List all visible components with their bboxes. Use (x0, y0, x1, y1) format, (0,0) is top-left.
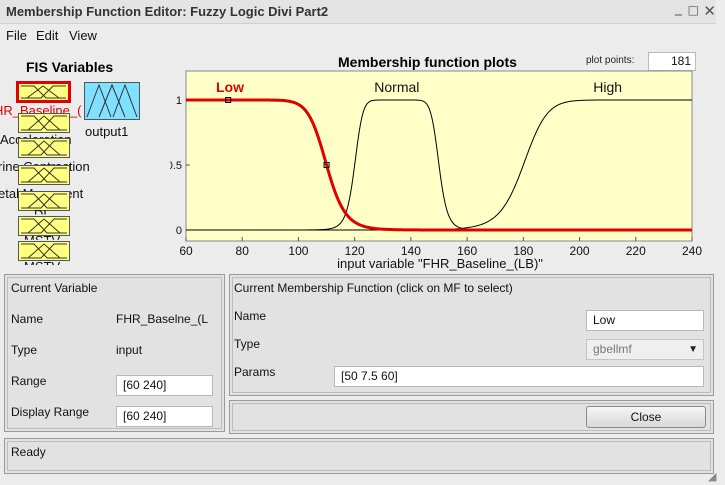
menu-edit[interactable]: Edit (36, 28, 58, 43)
input-variable-label-mstv-2[interactable]: MSTV (24, 259, 60, 265)
fis-variables-title: FIS Variables (26, 59, 114, 75)
window-title: Membership Function Editor: Fuzzy Logic … (6, 4, 329, 19)
input-variable-box-fhr-baseline[interactable] (16, 81, 71, 103)
mf-label-low[interactable]: Low (216, 79, 244, 95)
x-tick-label: 200 (570, 244, 590, 258)
mf-label-normal[interactable]: Normal (374, 79, 419, 95)
resize-grip-icon[interactable]: ◢ (708, 470, 716, 483)
chevron-down-icon: ▼ (688, 344, 698, 355)
close-icon[interactable]: ✕ (703, 2, 716, 20)
x-tick-label: 220 (626, 244, 646, 258)
y-tick-label: 0 (176, 225, 182, 237)
mf-label-high[interactable]: High (593, 79, 622, 95)
y-tick-label: 0.5 (170, 160, 182, 172)
maximize-icon[interactable]: □ (688, 3, 699, 17)
mf-thumbnail-icon (21, 218, 67, 234)
variable-name-value: FHR_Baselne_(L (116, 312, 209, 326)
input-variable-box-acceleration[interactable] (18, 113, 70, 133)
mf-thumbnail-icon (21, 167, 67, 183)
title-bar: Membership Function Editor: Fuzzy Logic … (0, 0, 725, 24)
menu-bar: File Edit View (0, 24, 725, 46)
range-label: Range (11, 374, 47, 388)
mf-params-input[interactable]: [50 7.5 60] (334, 366, 704, 387)
x-axis-label: input variable "FHR_Baseline_(LB)" (337, 256, 543, 271)
input-variable-box-mstv-2[interactable] (18, 241, 70, 261)
display-range-label: Display Range (11, 405, 90, 419)
mf-thumbnail-icon (21, 140, 67, 156)
mf-name-label: Name (234, 309, 267, 323)
x-tick-label: 60 (179, 244, 193, 258)
mf-thumbnail-icon (21, 85, 66, 99)
variable-name-label: Name (11, 312, 44, 326)
variable-type-label: Type (11, 343, 38, 357)
x-tick-label: 80 (236, 244, 250, 258)
status-text: Ready (11, 445, 46, 459)
mf-type-label: Type (234, 337, 261, 351)
close-button[interactable]: Close (586, 406, 706, 428)
output-variable-box[interactable] (84, 82, 140, 120)
mf-params-label: Params (234, 365, 276, 379)
window-border (716, 0, 725, 485)
mf-type-dropdown[interactable]: gbellmf ▼ (586, 339, 704, 360)
y-tick-label: 1 (176, 95, 182, 107)
mf-thumbnail-icon (21, 243, 67, 259)
minimize-icon[interactable]: _ (675, 0, 682, 16)
current-mf-title: Current Membership Function (click on MF… (234, 281, 513, 295)
output-variable-label[interactable]: output1 (85, 124, 128, 139)
display-range-input[interactable]: [60 240] (116, 406, 213, 427)
status-bar (4, 438, 714, 474)
current-variable-title: Current Variable (11, 281, 98, 295)
mf-thumbnail-icon (21, 115, 67, 131)
input-variable-box-uterine-contraction[interactable] (18, 138, 70, 158)
plot-background (185, 70, 693, 242)
menu-view[interactable]: View (69, 28, 97, 43)
membership-function-plot[interactable]: 00.51 6080100120140160180200220240 Norma… (170, 66, 710, 271)
x-tick-label: 100 (288, 244, 308, 258)
mf-thumbnail-icon (86, 83, 138, 118)
mf-type-value: gbellmf (593, 342, 632, 356)
mf-name-input[interactable]: Low (586, 310, 704, 331)
membership-function-editor-window: Membership Function Editor: Fuzzy Logic … (0, 0, 725, 485)
variable-type-value: input (116, 343, 143, 357)
plot-points-label: plot points: (586, 55, 635, 66)
menu-file[interactable]: File (6, 28, 27, 43)
range-input[interactable]: [60 240] (116, 375, 213, 396)
x-tick-label: 240 (682, 244, 702, 258)
input-variable-box-fetal-movement[interactable] (18, 165, 70, 185)
